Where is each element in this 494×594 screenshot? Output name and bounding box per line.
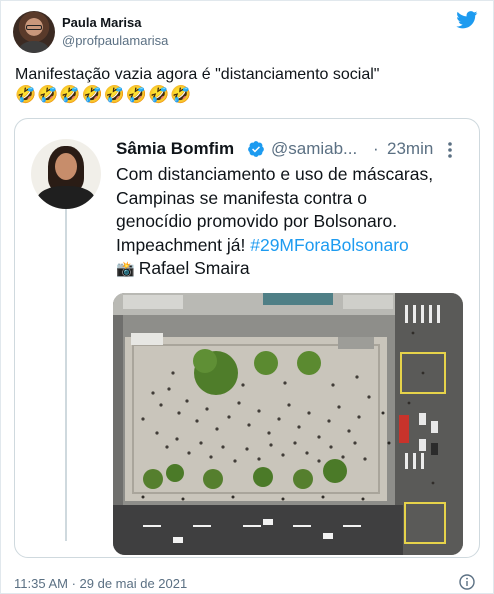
tweet-emojis: 🤣🤣🤣🤣🤣🤣🤣🤣 xyxy=(15,85,193,104)
aerial-photo-image xyxy=(113,293,463,555)
impeachment-text: Impeachment já! xyxy=(116,234,251,255)
quoted-tweet-card[interactable]: Sâmia Bomfim @samiab... · 23min Com dist… xyxy=(14,118,480,558)
tweet-text: Manifestação vazia agora é "distanciamen… xyxy=(15,66,380,83)
more-options-icon[interactable] xyxy=(447,141,453,159)
quoted-text-line: genocídio promovido por Bolsonaro. xyxy=(116,211,398,231)
separator-dot: · xyxy=(373,139,379,158)
camera-icon: 📸 xyxy=(116,261,135,278)
info-icon[interactable] xyxy=(459,574,475,590)
author-avatar[interactable] xyxy=(13,11,55,53)
quoted-text-line: Com distanciamento e uso de máscaras, xyxy=(116,164,434,184)
quoted-author-handle[interactable]: @samiab... xyxy=(271,139,357,159)
author-name[interactable]: Paula Marisa xyxy=(62,15,142,30)
tweet-embed: Paula Marisa @profpaulamarisa Manifestaç… xyxy=(0,0,494,594)
quoted-timestamp[interactable]: 23min xyxy=(387,139,433,159)
photo-credit: Rafael Smaira xyxy=(138,258,250,278)
aerial-photo[interactable] xyxy=(113,293,463,555)
photo-credit-line: 📸 Rafael Smaira xyxy=(116,257,471,282)
quoted-author-avatar[interactable] xyxy=(31,139,101,209)
thread-line xyxy=(65,204,67,541)
quoted-text-line: Impeachment já! #29MForaBolsonaro xyxy=(116,234,471,258)
quoted-text-line: Campinas se manifesta contra o xyxy=(116,187,367,208)
quoted-author-name[interactable]: Sâmia Bomfim xyxy=(116,139,234,159)
verified-badge-icon xyxy=(248,141,264,157)
tweet-timestamp[interactable]: 11:35 AM · 29 de mai de 2021 xyxy=(14,576,187,591)
hashtag-link[interactable]: #29MForaBolsonaro xyxy=(250,235,409,255)
twitter-bird-icon[interactable] xyxy=(456,11,478,29)
author-handle[interactable]: @profpaulamarisa xyxy=(62,33,168,48)
quoted-tweet-text: Com distanciamento e uso de máscaras, Ca… xyxy=(116,163,471,282)
